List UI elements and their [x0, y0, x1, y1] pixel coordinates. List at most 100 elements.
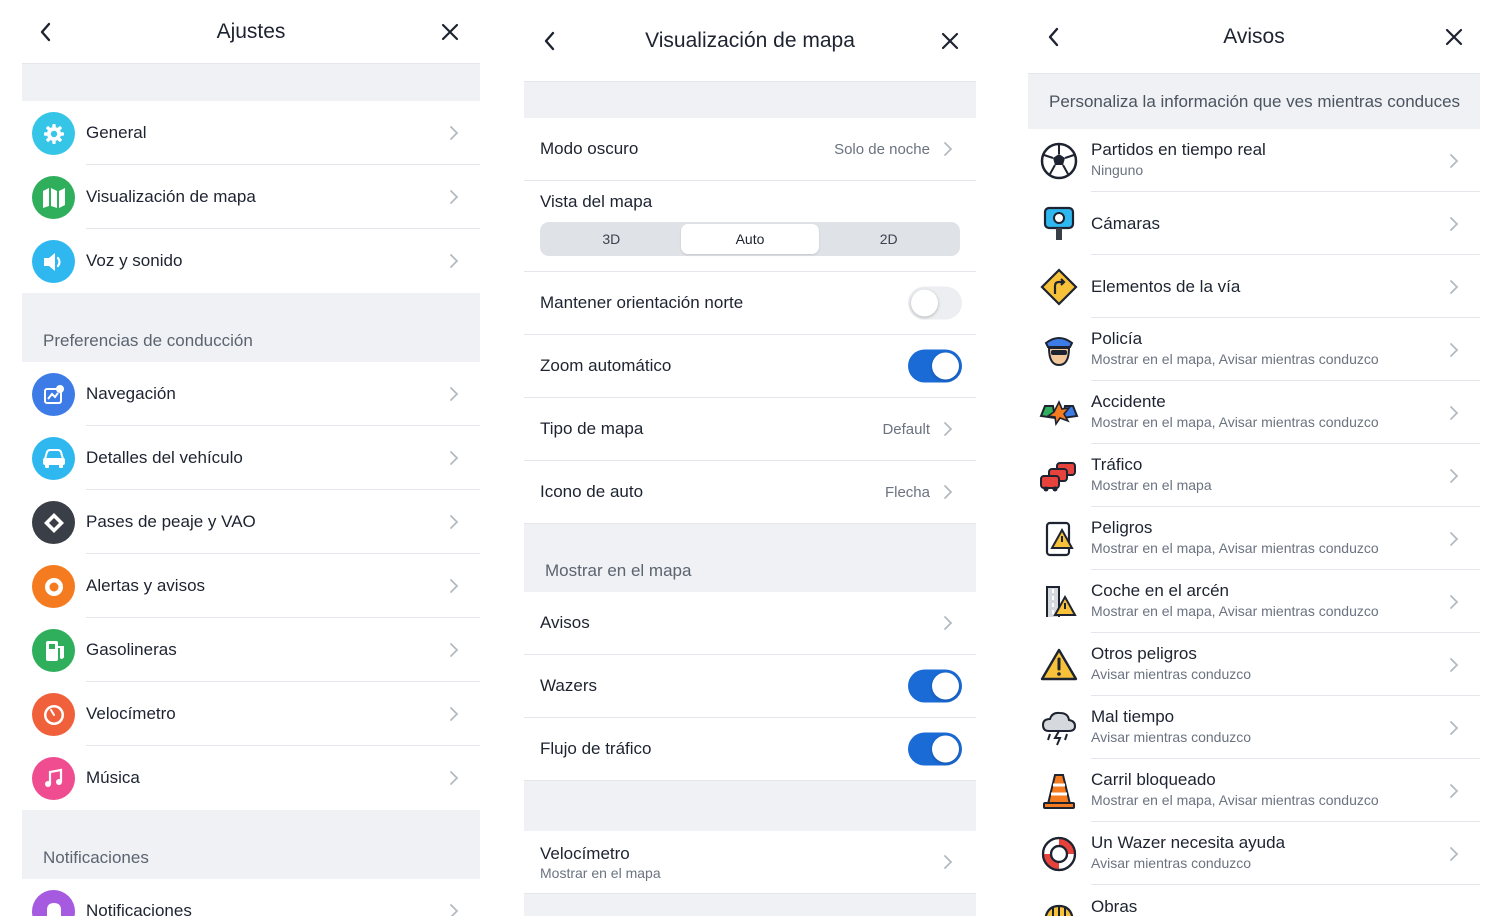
report-item-crash[interactable]: Accidente Mostrar en el mapa, Avisar mie…: [1028, 381, 1480, 444]
map-view-option-auto[interactable]: Auto: [680, 224, 820, 254]
report-item-bad-weather[interactable]: Mal tiempo Avisar mientras conduzco: [1028, 696, 1480, 759]
chevron-right-icon: [450, 771, 459, 785]
wazers-toggle[interactable]: [908, 669, 962, 703]
traffic-flow-toggle[interactable]: [908, 732, 962, 766]
road-sign-icon: [1039, 267, 1079, 307]
report-item-hazards[interactable]: Peligros Mostrar en el mapa, Avisar mien…: [1028, 507, 1480, 570]
wazers-row: Wazers: [524, 655, 976, 718]
settings-item-label: Alertas y avisos: [86, 576, 206, 595]
report-item-sub: Mostrar en el mapa: [1091, 477, 1212, 493]
settings-item-toll[interactable]: Pases de peaje y VAO: [22, 490, 480, 554]
settings-item-alerts[interactable]: Alertas y avisos: [22, 554, 480, 618]
chevron-right-icon: [450, 904, 459, 916]
chevron-right-icon: [450, 254, 459, 268]
car-icon-row[interactable]: Icono de auto Flecha: [524, 461, 976, 524]
chevron-right-icon: [944, 142, 953, 156]
report-item-label: Un Wazer necesita ayuda: [1091, 833, 1286, 852]
dark-mode-row[interactable]: Modo oscuro Solo de noche: [524, 118, 976, 181]
report-item-label: Coche en el arcén: [1091, 581, 1229, 600]
report-item-construction[interactable]: Obras: [1028, 885, 1480, 916]
chevron-right-icon: [1450, 594, 1459, 609]
hazard-icon: [1039, 519, 1079, 559]
settings-item-notifications[interactable]: Notificaciones: [22, 879, 480, 916]
map-view-label: Vista del mapa: [540, 192, 653, 211]
map-view-segmented-control: 3D Auto 2D: [540, 222, 960, 256]
report-item-live-matches[interactable]: Partidos en tiempo real Ninguno: [1028, 129, 1480, 192]
traffic-flow-row: Flujo de tráfico: [524, 718, 976, 781]
chevron-right-icon: [450, 515, 459, 529]
speedometer-label: Velocímetro: [540, 844, 630, 863]
report-item-police[interactable]: Policía Mostrar en el mapa, Avisar mient…: [1028, 318, 1480, 381]
settings-item-speedometer[interactable]: Velocímetro: [22, 682, 480, 746]
map-view-option-3d[interactable]: 3D: [542, 224, 681, 254]
map-view-option-2d[interactable]: 2D: [819, 224, 958, 254]
report-item-sub: Mostrar en el mapa, Avisar mientras cond…: [1091, 540, 1379, 556]
gear-icon: [32, 112, 75, 155]
chevron-right-icon: [1450, 405, 1459, 420]
section-header-driving: Preferencias de conducción: [22, 293, 480, 362]
dark-mode-label: Modo oscuro: [540, 139, 639, 158]
report-item-traffic[interactable]: Tráfico Mostrar en el mapa: [1028, 444, 1480, 507]
traffic-flow-label: Flujo de tráfico: [540, 739, 652, 758]
speedometer-sub: Mostrar en el mapa: [540, 865, 661, 881]
chevron-right-icon: [944, 616, 953, 630]
settings-item-vehicle[interactable]: Detalles del vehículo: [22, 426, 480, 490]
chevron-right-icon: [450, 126, 459, 140]
back-icon[interactable]: [540, 27, 560, 55]
settings-item-fuel[interactable]: Gasolineras: [22, 618, 480, 682]
spacer: [22, 64, 480, 101]
report-item-sub: Ninguno: [1091, 162, 1144, 178]
chevron-right-icon: [1450, 783, 1459, 798]
camera-icon: [1039, 204, 1079, 244]
page-title: Visualización de mapa: [645, 28, 855, 52]
auto-zoom-toggle[interactable]: [908, 349, 962, 383]
car-icon-value: Flecha: [884, 483, 930, 501]
map-type-value: Default: [882, 420, 930, 438]
settings-item-navigation[interactable]: Navegación: [22, 362, 480, 426]
keep-north-toggle[interactable]: [908, 286, 962, 320]
wazers-label: Wazers: [540, 676, 597, 695]
settings-item-label: Navegación: [86, 384, 176, 403]
report-item-label: Elementos de la vía: [1091, 276, 1241, 296]
report-item-label: Cámaras: [1091, 213, 1160, 233]
chevron-right-icon: [1450, 657, 1459, 672]
report-item-wazer-needs-help[interactable]: Un Wazer necesita ayuda Avisar mientras …: [1028, 822, 1480, 885]
report-item-cameras[interactable]: Cámaras: [1028, 192, 1480, 255]
report-item-lane-closed[interactable]: Carril bloqueado Mostrar en el mapa, Avi…: [1028, 759, 1480, 822]
settings-item-label: Pases de peaje y VAO: [86, 512, 256, 531]
close-icon[interactable]: [938, 29, 962, 53]
settings-item-music[interactable]: Música: [22, 746, 480, 810]
settings-item-voice-sound[interactable]: Voz y sonido: [22, 229, 480, 293]
settings-item-label: Detalles del vehículo: [86, 448, 243, 467]
back-icon[interactable]: [1044, 23, 1064, 51]
report-item-sub: Avisar mientras conduzco: [1091, 729, 1252, 745]
reports-row[interactable]: Avisos: [524, 592, 976, 655]
report-item-sub: Mostrar en el mapa, Avisar mientras cond…: [1091, 792, 1379, 808]
car-icon-label: Icono de auto: [540, 482, 644, 501]
settings-header: Ajustes: [22, 0, 480, 64]
map-type-row[interactable]: Tipo de mapa Default: [524, 398, 976, 461]
report-item-road-elements[interactable]: Elementos de la vía: [1028, 255, 1480, 318]
map-icon: [32, 176, 75, 219]
chevron-right-icon: [450, 643, 459, 657]
map-display-panel: Visualización de mapa Modo oscuro Solo d…: [524, 0, 976, 916]
settings-item-label: General: [86, 123, 147, 142]
keep-north-label: Mantener orientación norte: [540, 293, 744, 312]
settings-item-label: Visualización de mapa: [86, 187, 256, 206]
settings-item-general[interactable]: General: [22, 101, 480, 165]
report-item-other-hazards[interactable]: Otros peligros Avisar mientras conduzco: [1028, 633, 1480, 696]
back-icon[interactable]: [36, 18, 56, 46]
chevron-right-icon: [450, 190, 459, 204]
shoulder-car-icon: [1039, 582, 1079, 622]
reports-intro: Personaliza la información que ves mient…: [1028, 74, 1480, 129]
speedometer-row[interactable]: Velocímetro Mostrar en el mapa: [524, 831, 976, 894]
settings-item-label: Voz y sonido: [86, 251, 183, 270]
spacer: [524, 82, 976, 118]
chevron-right-icon: [944, 422, 953, 436]
settings-item-map-display[interactable]: Visualización de mapa: [22, 165, 480, 229]
navigation-icon: [32, 373, 75, 416]
map-type-label: Tipo de mapa: [540, 419, 644, 438]
close-icon[interactable]: [1442, 25, 1466, 49]
close-icon[interactable]: [438, 20, 462, 44]
report-item-car-on-shoulder[interactable]: Coche en el arcén Mostrar en el mapa, Av…: [1028, 570, 1480, 633]
